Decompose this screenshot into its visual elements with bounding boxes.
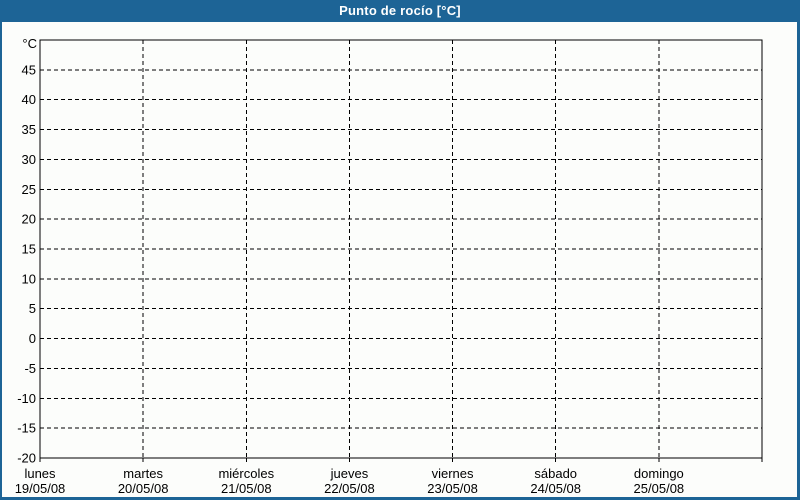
y-tick-label: -5 <box>24 361 36 376</box>
y-tick-label: 5 <box>29 301 36 316</box>
x-date-label: 19/05/08 <box>15 481 66 496</box>
x-weekday-label: jueves <box>330 466 369 481</box>
chart-body: 45 40 35 30 25 20 15 10 5 0 -5 -10 -15 -20 °C lunes 19/0… <box>2 22 797 497</box>
x-date-label: 22/05/08 <box>324 481 375 496</box>
y-tick-label: 25 <box>22 182 36 197</box>
y-axis-unit-label: °C <box>22 36 37 51</box>
y-tick-label: 40 <box>22 92 36 107</box>
x-date-label: 21/05/08 <box>221 481 272 496</box>
x-weekday-label: viernes <box>432 466 474 481</box>
y-tick-label: 45 <box>22 62 36 77</box>
x-date-label: 23/05/08 <box>427 481 478 496</box>
y-tick-label: -15 <box>17 421 36 436</box>
x-weekday-label: miércoles <box>218 466 274 481</box>
y-tick-label: 20 <box>22 212 36 227</box>
x-date-label: 25/05/08 <box>634 481 685 496</box>
y-tick-label: 30 <box>22 152 36 167</box>
x-date-label: 20/05/08 <box>118 481 169 496</box>
y-tick-label: 15 <box>22 242 36 257</box>
x-weekday-label: lunes <box>24 466 56 481</box>
x-weekday-label: martes <box>123 466 163 481</box>
chart-title: Punto de rocío [°C] <box>339 3 461 18</box>
y-tick-label: -10 <box>17 391 36 406</box>
x-weekday-label: domingo <box>634 466 684 481</box>
x-weekday-label: sábado <box>534 466 577 481</box>
y-tick-label: -20 <box>17 451 36 466</box>
chart-window: Punto de rocío [°C] 45 40 35 30 25 20 15 10 5 0 -5… <box>0 0 800 500</box>
dew-point-chart: 45 40 35 30 25 20 15 10 5 0 -5 -10 -15 -20 °C lunes19/0… <box>15 36 763 496</box>
y-tick-label: 0 <box>29 331 36 346</box>
chart-title-bar: Punto de rocío [°C] <box>0 0 800 22</box>
y-tick-label: 10 <box>22 271 36 286</box>
x-date-label: 24/05/08 <box>530 481 581 496</box>
y-tick-label: 35 <box>22 122 36 137</box>
